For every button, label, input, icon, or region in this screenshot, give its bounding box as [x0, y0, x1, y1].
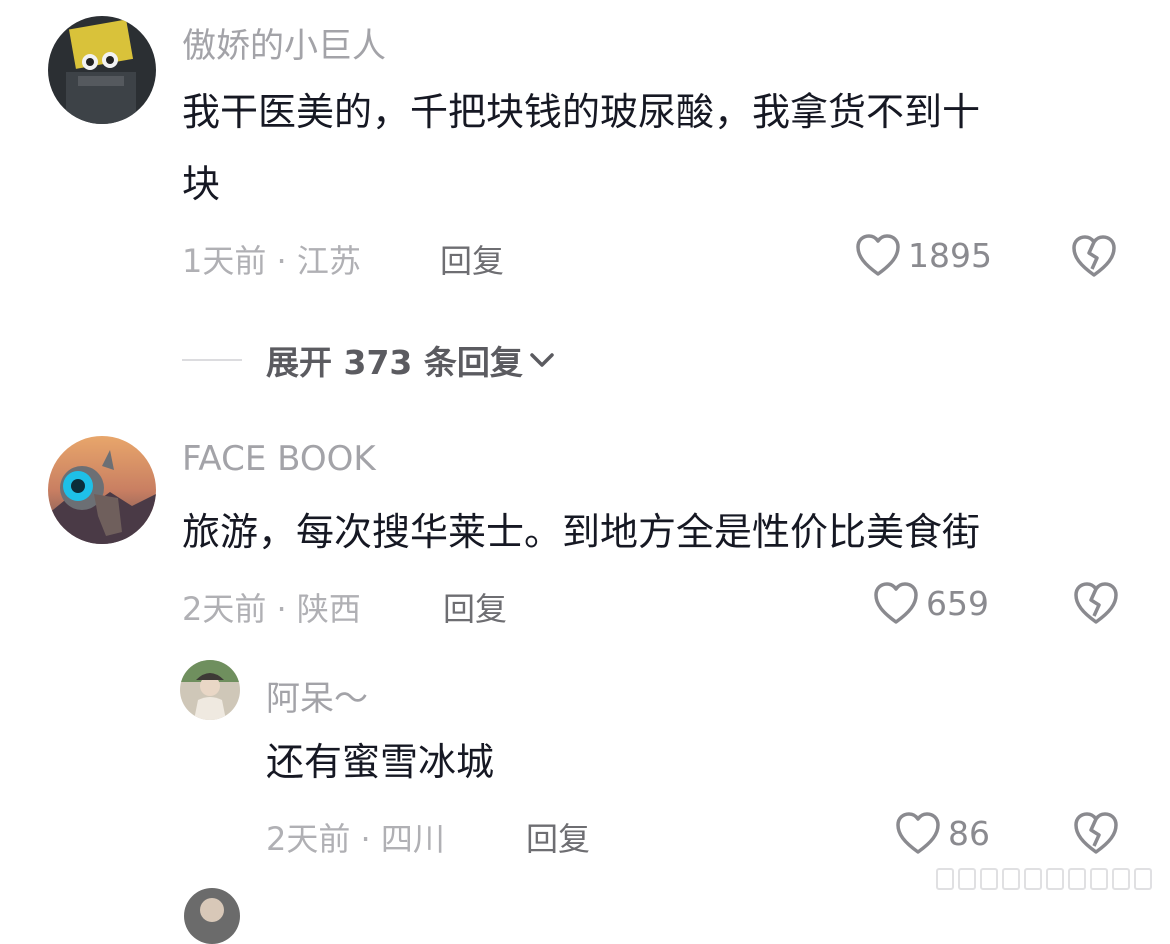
- comment-line: 块: [182, 162, 221, 206]
- chevron-down-icon: [530, 353, 554, 367]
- comment-text: 旅游，每次搜华莱士。到地方全是性价比美食街: [182, 496, 1142, 568]
- comment-meta: 2天前 · 陕西: [182, 590, 361, 628]
- username[interactable]: FACE BOOK: [182, 439, 376, 479]
- like-button[interactable]: 659: [872, 580, 989, 626]
- username[interactable]: 阿呆～: [266, 671, 368, 720]
- comment-meta: 1天前 · 江苏: [182, 242, 361, 280]
- reply-button[interactable]: 回复: [443, 584, 507, 630]
- comment-text: 还有蜜雪冰城: [266, 726, 1126, 798]
- reply-button[interactable]: 回复: [440, 236, 504, 282]
- divider: [182, 359, 242, 361]
- like-button[interactable]: 86: [894, 810, 990, 856]
- comment-line: 我干医美的，千把块钱的玻尿酸，我拿货不到十: [182, 90, 981, 134]
- comment-line: 旅游，每次搜华莱士。到地方全是性价比美食街: [182, 510, 981, 554]
- watermark: [936, 868, 1152, 890]
- avatar[interactable]: [184, 888, 240, 944]
- comment-line: 还有蜜雪冰城: [266, 740, 495, 784]
- comment-meta: 2天前 · 四川: [266, 820, 445, 858]
- broken-heart-icon[interactable]: [1070, 233, 1118, 279]
- avatar[interactable]: [180, 660, 240, 720]
- avatar[interactable]: [48, 436, 156, 544]
- broken-heart-icon[interactable]: [1072, 580, 1120, 626]
- username[interactable]: 傲娇的小巨人: [182, 18, 386, 67]
- like-button[interactable]: 1895: [854, 232, 992, 278]
- heart-outline-icon: [874, 582, 918, 624]
- broken-heart-icon[interactable]: [1072, 810, 1120, 856]
- heart-outline-icon: [896, 812, 940, 854]
- avatar[interactable]: [48, 16, 156, 124]
- like-count: 1895: [908, 235, 992, 275]
- reply-button[interactable]: 回复: [526, 814, 590, 860]
- like-count: 86: [948, 813, 990, 853]
- comment-text: 我干医美的，千把块钱的玻尿酸，我拿货不到十 块: [182, 76, 1142, 220]
- expand-label: 展开 373 条回复: [266, 343, 523, 382]
- expand-replies-button[interactable]: 展开 373 条回复: [182, 336, 557, 384]
- heart-outline-icon: [856, 234, 900, 276]
- like-count: 659: [926, 583, 989, 623]
